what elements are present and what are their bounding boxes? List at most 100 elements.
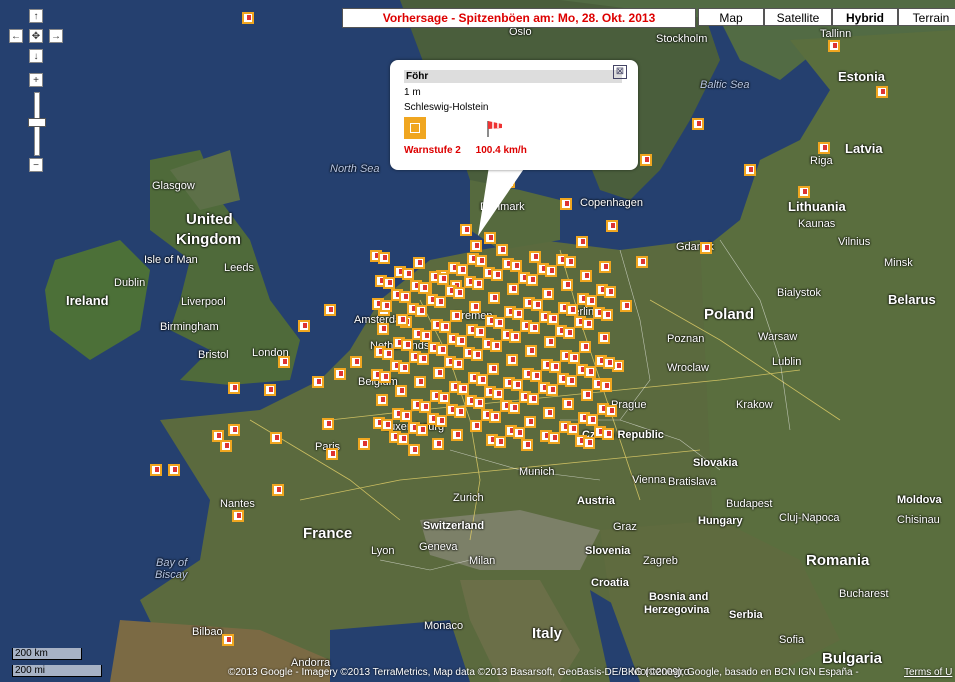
station-marker[interactable] <box>439 321 451 333</box>
pan-left-button[interactable]: ← <box>9 29 23 43</box>
station-marker[interactable] <box>508 402 520 414</box>
station-marker[interactable] <box>377 323 389 335</box>
station-marker[interactable] <box>586 414 598 426</box>
station-marker[interactable] <box>435 415 447 427</box>
station-marker[interactable] <box>298 320 310 332</box>
popup-close-button[interactable]: ⊠ <box>613 65 627 79</box>
station-marker[interactable] <box>828 40 840 52</box>
station-marker[interactable] <box>524 416 536 428</box>
station-marker[interactable] <box>798 186 810 198</box>
station-marker[interactable] <box>358 438 370 450</box>
station-marker[interactable] <box>567 423 579 435</box>
station-marker[interactable] <box>494 436 506 448</box>
station-marker[interactable] <box>585 295 597 307</box>
station-marker[interactable] <box>493 317 505 329</box>
station-marker[interactable] <box>454 406 466 418</box>
station-marker[interactable] <box>434 296 446 308</box>
station-marker[interactable] <box>549 361 561 373</box>
station-marker[interactable] <box>528 322 540 334</box>
station-marker[interactable] <box>382 348 394 360</box>
station-marker[interactable] <box>581 389 593 401</box>
station-marker[interactable] <box>636 256 648 268</box>
station-marker[interactable] <box>509 331 521 343</box>
station-marker[interactable] <box>582 318 594 330</box>
station-marker[interactable] <box>415 305 427 317</box>
station-marker[interactable] <box>398 362 410 374</box>
map-type-satellite[interactable]: Satellite <box>764 8 832 26</box>
station-marker[interactable] <box>566 304 578 316</box>
station-marker[interactable] <box>601 309 613 321</box>
zoom-in-button[interactable]: + <box>29 73 43 87</box>
station-marker[interactable] <box>507 283 519 295</box>
station-marker[interactable] <box>168 464 180 476</box>
station-marker[interactable] <box>563 327 575 339</box>
station-marker[interactable] <box>511 379 523 391</box>
station-marker[interactable] <box>529 251 541 263</box>
station-marker[interactable] <box>818 142 830 154</box>
station-marker[interactable] <box>380 300 392 312</box>
zoom-slider-handle[interactable] <box>28 118 46 127</box>
station-marker[interactable] <box>400 410 412 422</box>
station-marker[interactable] <box>604 286 616 298</box>
station-marker[interactable] <box>453 287 465 299</box>
station-marker[interactable] <box>150 464 162 476</box>
map-type-terrain[interactable]: Terrain <box>898 8 955 26</box>
station-marker[interactable] <box>408 444 420 456</box>
station-marker[interactable] <box>546 384 558 396</box>
station-marker[interactable] <box>419 401 431 413</box>
station-marker[interactable] <box>527 393 539 405</box>
station-marker[interactable] <box>640 154 652 166</box>
station-marker[interactable] <box>420 330 432 342</box>
station-marker[interactable] <box>487 363 499 375</box>
station-marker[interactable] <box>531 299 543 311</box>
zoom-out-button[interactable]: − <box>29 158 43 172</box>
station-marker[interactable] <box>417 353 429 365</box>
station-marker[interactable] <box>521 439 533 451</box>
station-marker[interactable] <box>526 274 538 286</box>
station-marker[interactable] <box>506 354 518 366</box>
station-marker[interactable] <box>278 356 290 368</box>
station-marker[interactable] <box>565 375 577 387</box>
station-marker[interactable] <box>512 308 524 320</box>
station-marker[interactable] <box>598 332 610 344</box>
station-marker[interactable] <box>561 279 573 291</box>
station-marker[interactable] <box>603 357 615 369</box>
station-marker[interactable] <box>418 282 430 294</box>
station-marker[interactable] <box>450 310 462 322</box>
station-marker[interactable] <box>457 383 469 395</box>
station-marker[interactable] <box>437 273 449 285</box>
station-marker[interactable] <box>220 440 232 452</box>
station-marker[interactable] <box>416 424 428 436</box>
station-marker[interactable] <box>413 257 425 269</box>
station-marker[interactable] <box>513 427 525 439</box>
station-marker[interactable] <box>474 326 486 338</box>
station-marker[interactable] <box>401 339 413 351</box>
station-marker[interactable] <box>378 252 390 264</box>
station-marker[interactable] <box>402 268 414 280</box>
station-marker[interactable] <box>471 349 483 361</box>
station-marker[interactable] <box>490 340 502 352</box>
station-marker[interactable] <box>433 367 445 379</box>
station-marker[interactable] <box>376 394 388 406</box>
station-marker[interactable] <box>436 344 448 356</box>
station-marker[interactable] <box>232 510 244 522</box>
station-marker[interactable] <box>469 301 481 313</box>
station-marker[interactable] <box>579 341 591 353</box>
station-marker[interactable] <box>530 370 542 382</box>
station-marker[interactable] <box>350 356 362 368</box>
station-marker[interactable] <box>876 86 888 98</box>
station-marker[interactable] <box>492 388 504 400</box>
station-marker[interactable] <box>456 264 468 276</box>
pan-center-button[interactable]: ✥ <box>29 29 43 43</box>
station-marker[interactable] <box>322 418 334 430</box>
station-marker[interactable] <box>568 352 580 364</box>
station-marker[interactable] <box>470 240 482 252</box>
station-marker[interactable] <box>560 198 572 210</box>
terms-of-use-link[interactable]: Terms of U <box>904 667 952 678</box>
station-marker[interactable] <box>491 269 503 281</box>
station-marker[interactable] <box>451 429 463 441</box>
station-marker[interactable] <box>602 428 614 440</box>
station-marker[interactable] <box>564 256 576 268</box>
station-marker[interactable] <box>272 484 284 496</box>
station-marker[interactable] <box>396 314 408 326</box>
